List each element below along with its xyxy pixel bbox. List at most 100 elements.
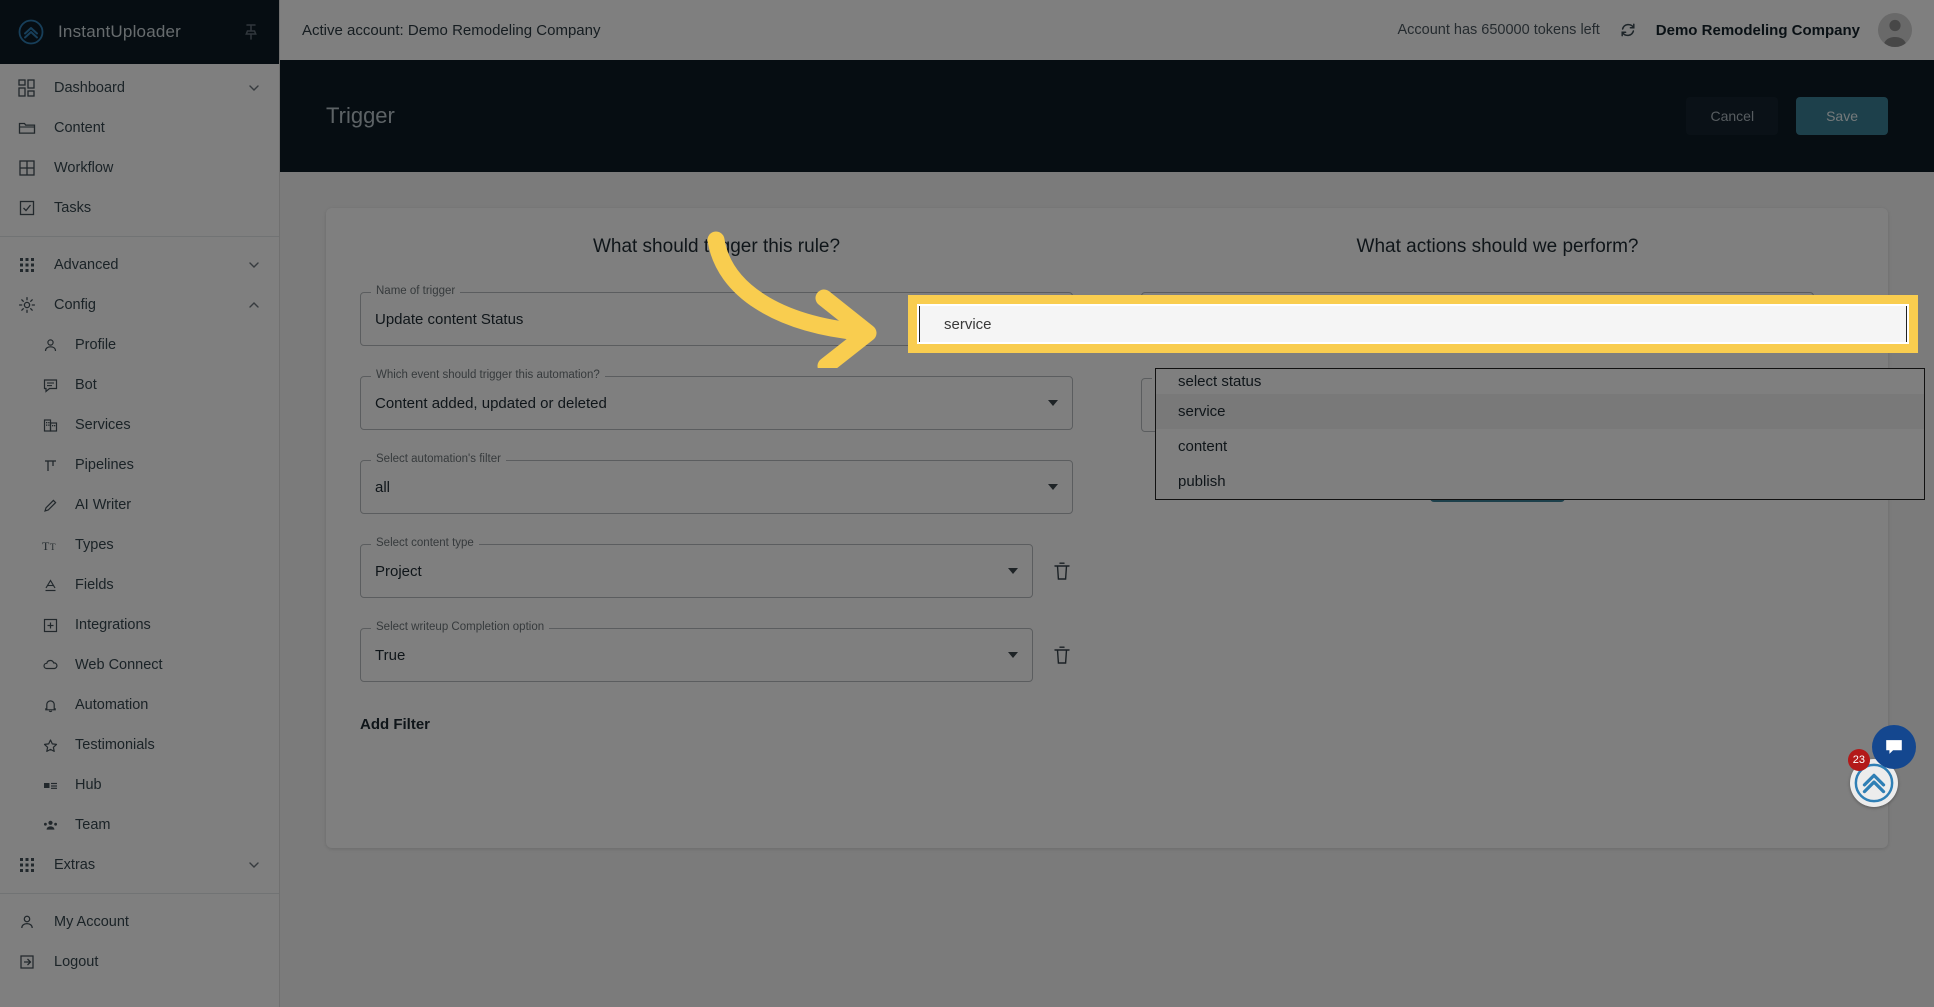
plus-square-icon (42, 617, 59, 634)
dropdown-option[interactable]: publish (1156, 464, 1924, 499)
chevron-down-icon[interactable] (1008, 568, 1018, 574)
chevron-down-icon[interactable] (1048, 400, 1058, 406)
add-filter-button[interactable]: Add Filter (360, 716, 430, 733)
actions-column-title: What actions should we perform? (1356, 236, 1639, 257)
field-legend: Name of trigger (371, 285, 461, 297)
field-legend: Which event should trigger this automati… (371, 369, 605, 381)
cancel-button[interactable]: Cancel (1686, 97, 1779, 135)
sidebar-item-label: Bot (75, 377, 97, 393)
sidebar-nav: Dashboard Content Workflow Tasks Advance… (0, 64, 279, 1007)
refresh-icon[interactable] (1618, 20, 1638, 40)
sidebar-item-hub[interactable]: Hub (0, 765, 279, 805)
event-select-field[interactable]: Which event should trigger this automati… (360, 369, 1073, 430)
sidebar-item-label: Logout (54, 954, 99, 970)
sidebar-group-extras[interactable]: Extras (0, 845, 279, 885)
svg-text:T: T (50, 542, 56, 552)
sidebar-brand: InstantUploader (0, 0, 279, 64)
sidebar-item-label: Hub (75, 777, 102, 793)
checkbox-icon (18, 199, 36, 217)
save-button[interactable]: Save (1796, 97, 1888, 135)
page-header: Trigger Cancel Save (280, 60, 1934, 172)
sidebar-group-label: Advanced (54, 257, 119, 273)
status-dropdown-list[interactable]: select status service content publish (1155, 368, 1925, 500)
sidebar-item-types[interactable]: TT Types (0, 525, 279, 565)
sidebar-item-label: Dashboard (54, 80, 125, 96)
sidebar-divider (0, 236, 279, 237)
sidebar-item-ai-writer[interactable]: AI Writer (0, 485, 279, 525)
dropdown-option-selected[interactable]: service (1156, 394, 1924, 429)
sidebar-item-my-account[interactable]: My Account (0, 902, 279, 942)
sidebar-item-profile[interactable]: Profile (0, 325, 279, 365)
field-value: True (375, 646, 406, 664)
page-actions: Cancel Save (1686, 97, 1888, 135)
sidebar-item-label: Web Connect (75, 657, 163, 673)
sidebar-item-testimonials[interactable]: Testimonials (0, 725, 279, 765)
sidebar-item-tasks[interactable]: Tasks (0, 188, 279, 228)
dropdown-option[interactable]: select status (1156, 369, 1924, 394)
sidebar-item-dashboard[interactable]: Dashboard (0, 68, 279, 108)
svg-text:T: T (42, 539, 50, 553)
sidebar-group-config[interactable]: Config (0, 285, 279, 325)
chevron-down-icon[interactable] (247, 81, 261, 95)
sidebar-item-workflow[interactable]: Workflow (0, 148, 279, 188)
sidebar-item-services[interactable]: Services (0, 405, 279, 445)
sidebar-group-advanced[interactable]: Advanced (0, 245, 279, 285)
pencil-icon (42, 497, 59, 514)
sidebar-item-fields[interactable]: Fields (0, 565, 279, 605)
active-account-label: Active account: Demo Remodeling Company (302, 21, 601, 39)
chevron-down-icon[interactable] (247, 258, 261, 272)
people-icon (42, 817, 59, 834)
sidebar-item-bot[interactable]: Bot (0, 365, 279, 405)
page-title: Trigger (326, 103, 395, 128)
sidebar-item-team[interactable]: Team (0, 805, 279, 845)
person-icon (18, 913, 36, 931)
chevron-down-icon[interactable] (247, 858, 261, 872)
curved-arrow-right-icon (707, 231, 877, 368)
dropdown-option[interactable]: content (1156, 429, 1924, 464)
font-a-icon (42, 577, 59, 594)
sidebar-item-label: AI Writer (75, 497, 132, 513)
bell-icon (42, 697, 59, 714)
sidebar-item-logout[interactable]: Logout (0, 942, 279, 982)
chat-widget-button[interactable] (1872, 725, 1916, 769)
field-value: Update content Status (375, 310, 524, 328)
notification-badge: 23 (1847, 749, 1870, 771)
sidebar-item-automation[interactable]: Automation (0, 685, 279, 725)
sidebar-item-pipelines[interactable]: Pipelines (0, 445, 279, 485)
sidebar-item-web-connect[interactable]: Web Connect (0, 645, 279, 685)
highlight-box (908, 295, 1918, 353)
field-value: Content added, updated or deleted (375, 394, 607, 412)
pin-icon[interactable] (241, 22, 261, 42)
brand-name: InstantUploader (58, 22, 182, 41)
field-legend: Select automation's filter (371, 453, 506, 465)
topbar-right: Account has 650000 tokens left Demo Remo… (1397, 13, 1912, 47)
trash-icon[interactable] (1051, 644, 1073, 666)
field-legend: Select writeup Completion option (371, 621, 550, 633)
chevron-down-icon[interactable] (1008, 652, 1018, 658)
chat-bubble-icon (1886, 740, 1902, 754)
content-type-select-field[interactable]: Select content type Project (360, 537, 1033, 598)
trash-icon[interactable] (1051, 560, 1073, 582)
cloud-icon (42, 657, 59, 674)
field-value: Project (375, 562, 422, 580)
avatar[interactable] (1878, 13, 1912, 47)
sidebar-item-label: Tasks (54, 200, 92, 216)
automation-filter-select-field[interactable]: Select automation's filter all (360, 453, 1073, 514)
chevron-up-icon[interactable] (247, 298, 261, 312)
field-legend: Select content type (371, 537, 479, 549)
account-name[interactable]: Demo Remodeling Company (1656, 22, 1860, 39)
sidebar-item-integrations[interactable]: Integrations (0, 605, 279, 645)
apps-grid-icon (18, 856, 36, 874)
logout-icon (18, 953, 36, 971)
sidebar-item-label: My Account (54, 914, 129, 930)
sidebar-item-label: Types (75, 537, 114, 553)
star-icon (42, 737, 59, 754)
person-icon (42, 337, 59, 354)
chevron-down-icon[interactable] (1048, 484, 1058, 490)
double-chevron-circle-icon (18, 19, 44, 45)
chat-lines-icon (42, 377, 59, 394)
token-count-label: Account has 650000 tokens left (1397, 22, 1600, 38)
writeup-completion-select-field[interactable]: Select writeup Completion option True (360, 621, 1033, 682)
text-format-icon: TT (42, 537, 59, 554)
sidebar-item-content[interactable]: Content (0, 108, 279, 148)
